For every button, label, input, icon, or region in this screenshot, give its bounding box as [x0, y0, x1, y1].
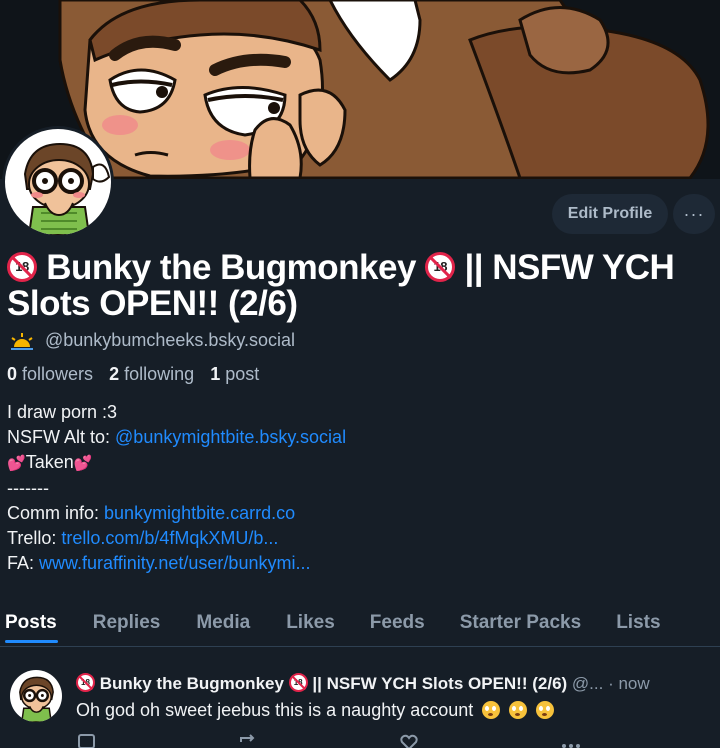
bio-line: NSFW Alt to: @bunkymightbite.bsky.social — [7, 427, 347, 447]
bio-line: 💕Taken💕 — [7, 452, 93, 472]
flushed-face-icon — [536, 701, 555, 719]
posts-count: 1 post — [210, 364, 260, 384]
active-tab-indicator — [5, 640, 58, 643]
bio-line: Comm info: bunkymightbite.carrd.co — [7, 503, 296, 523]
handle-row: @bunkybumcheeks.bsky.social — [9, 330, 295, 351]
post-author-handle[interactable]: @... — [572, 674, 603, 693]
tab-likes[interactable]: Likes — [286, 604, 335, 646]
flushed-face-icon — [482, 701, 501, 719]
furaffinity-link[interactable]: www.furaffinity.net/user/bunkymi... — [39, 553, 310, 573]
profile-banner[interactable] — [0, 0, 720, 179]
post-timestamp[interactable]: · now — [608, 674, 650, 693]
no-under-18-icon: 18 — [76, 673, 95, 692]
post-author-suffix[interactable]: || NSFW YCH Slots OPEN!! (2/6) — [312, 674, 567, 693]
tab-starter-packs[interactable]: Starter Packs — [460, 604, 581, 646]
no-under-18-icon: 18 — [7, 252, 37, 282]
no-under-18-icon: 18 — [425, 252, 456, 282]
handle-text[interactable]: @bunkybumcheeks.bsky.social — [45, 330, 295, 351]
post-more-icon[interactable] — [560, 734, 582, 748]
edit-profile-button[interactable]: Edit Profile — [552, 194, 668, 234]
tabs-divider — [0, 646, 720, 647]
avatar-image — [10, 670, 62, 722]
following-link[interactable]: 2 following — [109, 364, 194, 384]
more-options-button[interactable]: ··· — [673, 194, 715, 234]
display-name: 18 Bunky the Bugmonkey 18 || NSFW YCH Sl… — [7, 250, 712, 322]
profile-stats: 0 followers 2 following 1 post — [7, 364, 259, 385]
post-text: Oh god oh sweet jeebus this is a naughty… — [76, 700, 555, 721]
like-icon[interactable] — [400, 734, 418, 748]
avatar-image — [5, 129, 111, 235]
no-under-18-icon: 18 — [288, 673, 308, 692]
bio-line: FA: www.furaffinity.net/user/bunkymi... — [7, 553, 311, 573]
hearts-icon: 💕 — [7, 455, 26, 472]
tab-media[interactable]: Media — [196, 604, 250, 646]
profile-tabs: Posts Replies Media Likes Feeds Starter … — [0, 604, 720, 646]
tab-replies[interactable]: Replies — [93, 604, 161, 646]
tab-feeds[interactable]: Feeds — [370, 604, 425, 646]
bio-separator: ------- — [7, 478, 49, 498]
alt-account-link[interactable]: @bunkymightbite.bsky.social — [115, 427, 346, 447]
bio-line: I draw porn :3 — [7, 402, 118, 422]
followers-link[interactable]: 0 followers — [7, 364, 93, 384]
sun-icon — [11, 332, 33, 350]
post-author-name[interactable]: Bunky the Bugmonkey — [100, 674, 284, 693]
trello-link[interactable]: trello.com/b/4fMqkXMU/b... — [61, 528, 278, 548]
profile-avatar[interactable] — [2, 126, 114, 238]
flushed-face-icon — [509, 701, 528, 719]
comm-info-link[interactable]: bunkymightbite.carrd.co — [104, 503, 295, 523]
post-header: 18 Bunky the Bugmonkey 18 || NSFW YCH Sl… — [76, 673, 720, 694]
profile-bio: I draw porn :3 NSFW Alt to: @bunkymightb… — [7, 400, 346, 576]
hearts-icon: 💕 — [73, 455, 93, 472]
post-actions — [76, 734, 596, 748]
repost-icon[interactable] — [238, 734, 258, 748]
ellipsis-icon: ··· — [683, 203, 705, 224]
post-author-avatar[interactable] — [10, 670, 62, 722]
bio-line: Trello: trello.com/b/4fMqkXMU/b... — [7, 528, 279, 548]
display-name-main: Bunky the Bugmonkey — [46, 248, 416, 287]
banner-illustration — [0, 0, 720, 179]
tab-lists[interactable]: Lists — [616, 604, 660, 646]
reply-icon[interactable] — [78, 734, 96, 748]
